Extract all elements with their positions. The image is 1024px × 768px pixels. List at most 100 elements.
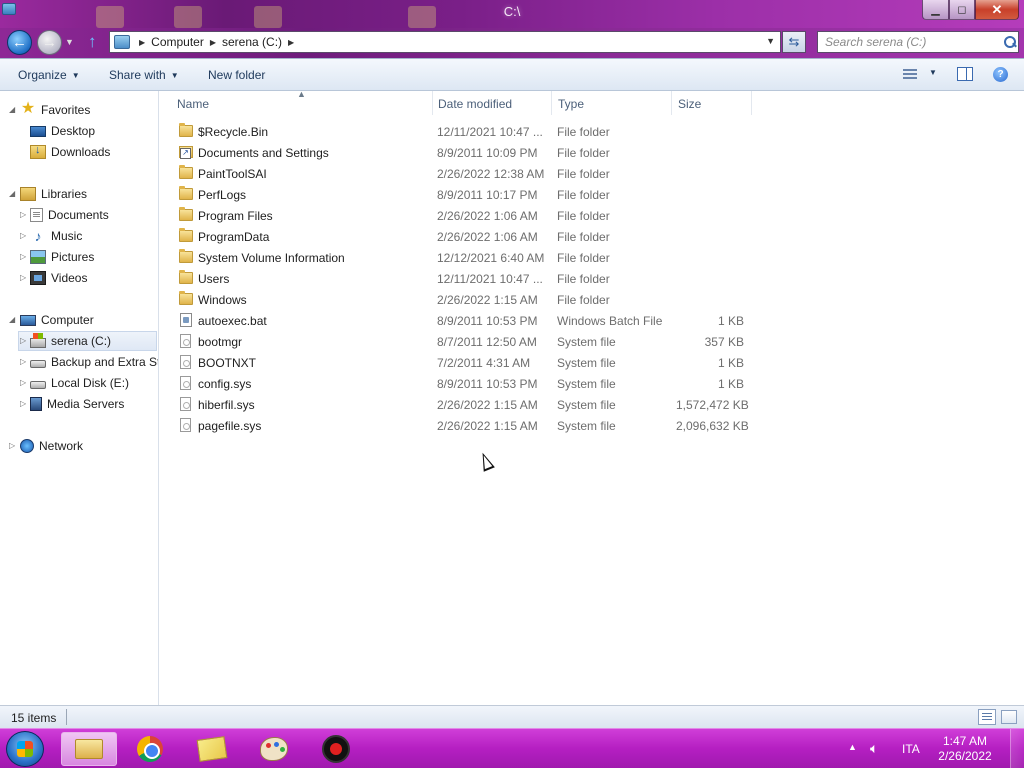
expand-arrow-icon[interactable]: ▷ — [20, 378, 26, 387]
sidebar-item-downloads[interactable]: Downloads — [30, 142, 110, 162]
sidebar-item-pictures[interactable]: Pictures — [30, 247, 94, 267]
recent-pages-chevron-icon[interactable]: ▼ — [65, 37, 74, 47]
sidebar-item-media-servers[interactable]: Media Servers — [30, 394, 124, 414]
sidebar-item-label: Media Servers — [47, 397, 125, 411]
sidebar-item-favorites[interactable]: ★ Favorites — [20, 100, 91, 120]
sidebar-item-serena-c[interactable]: serena (C:) — [18, 331, 157, 351]
file-row[interactable]: config.sys 8/9/2011 10:53 PM System file 1 … — [176, 374, 756, 395]
change-view-button[interactable]: ▼ — [901, 67, 941, 83]
file-type: Windows Batch File — [557, 314, 663, 328]
file-row[interactable]: PaintToolSAI 2/26/2022 12:38 AM File folde… — [176, 164, 756, 185]
refresh-icon: ⇆ — [788, 34, 800, 49]
help-icon[interactable]: ? — [993, 67, 1008, 82]
file-row[interactable]: Documents and Settings 8/9/2011 10:09 PM F… — [176, 143, 756, 164]
large-icons-view-icon[interactable] — [1001, 710, 1017, 724]
file-row[interactable]: hiberfil.sys 2/26/2022 1:15 AM System file… — [176, 395, 756, 416]
column-divider[interactable] — [751, 91, 752, 115]
sidebar-item-label: Desktop — [51, 124, 96, 138]
breadcrumb-separator-icon[interactable]: ▶ — [288, 38, 294, 47]
column-header-size[interactable]: Size — [678, 97, 701, 111]
column-header-type[interactable]: Type — [558, 97, 584, 111]
column-divider[interactable] — [671, 91, 672, 115]
maximize-button[interactable]: ◻ — [949, 0, 975, 20]
file-row[interactable]: ProgramData 2/26/2022 1:06 AM File folder — [176, 227, 756, 248]
collapse-arrow-icon[interactable]: ◢ — [9, 105, 15, 114]
expand-arrow-icon[interactable]: ▷ — [20, 399, 26, 408]
taskbar-explorer-button[interactable] — [61, 732, 117, 766]
collapse-arrow-icon[interactable]: ◢ — [9, 315, 15, 324]
column-divider[interactable] — [551, 91, 552, 115]
organize-menu[interactable]: Organize ▼ — [18, 68, 80, 82]
file-row[interactable]: Windows 2/26/2022 1:15 AM File folder — [176, 290, 756, 311]
minimize-button[interactable]: ▁ — [922, 0, 949, 20]
file-row[interactable]: Program Files 2/26/2022 1:06 AM File folde… — [176, 206, 756, 227]
close-button[interactable]: ✕ — [975, 0, 1019, 20]
preview-pane-icon[interactable] — [957, 67, 973, 81]
file-name: bootmgr — [198, 335, 243, 349]
expand-arrow-icon[interactable]: ▷ — [20, 336, 26, 345]
status-divider — [66, 709, 67, 725]
file-row[interactable]: autoexec.bat 8/9/2011 10:53 PM Windows Bat… — [176, 311, 756, 332]
file-row[interactable]: $Recycle.Bin 12/11/2021 10:47 ... File fol… — [176, 122, 756, 143]
sticky-notes-icon — [196, 736, 228, 762]
forward-button[interactable]: → — [37, 30, 62, 55]
expand-arrow-icon[interactable]: ▷ — [20, 273, 26, 282]
details-view-icon[interactable] — [978, 709, 996, 725]
taskbar-sticky-notes-button[interactable] — [184, 732, 240, 766]
sidebar-item-documents[interactable]: Documents — [30, 205, 109, 225]
sidebar-item-local-disk-e[interactable]: Local Disk (E:) — [30, 373, 129, 393]
taskbar-paint-button[interactable] — [246, 732, 302, 766]
show-desktop-button[interactable] — [1010, 729, 1024, 768]
file-row[interactable]: bootmgr 8/7/2011 12:50 AM System file 357 K… — [176, 332, 756, 353]
sidebar-item-computer[interactable]: Computer — [20, 310, 94, 330]
column-divider[interactable] — [432, 91, 433, 115]
address-bar[interactable]: ▶ Computer ▶ serena (C:) ▶ ▼ — [109, 31, 781, 53]
breadcrumb-drive[interactable]: serena (C:) — [222, 35, 282, 49]
collapse-arrow-icon[interactable]: ◢ — [9, 189, 15, 198]
folder-icon — [179, 123, 193, 137]
search-icon[interactable] — [1003, 35, 1017, 49]
file-name: Program Files — [198, 209, 273, 223]
sidebar-item-backup-drive[interactable]: Backup and Extra Sto — [30, 352, 158, 372]
file-row[interactable]: BOOTNXT 7/2/2011 4:31 AM System file 1 KB — [176, 353, 756, 374]
sidebar-item-libraries[interactable]: Libraries — [20, 184, 87, 204]
volume-icon[interactable]: 🔈︎ — [870, 740, 878, 757]
breadcrumb-separator-icon[interactable]: ▶ — [210, 38, 216, 47]
documents-icon — [30, 208, 43, 222]
system-clock[interactable]: 1:47 AM 2/26/2022 — [930, 734, 1000, 764]
up-arrow-icon[interactable]: ↑ — [88, 32, 97, 52]
file-type: File folder — [557, 146, 610, 160]
share-with-menu[interactable]: Share with ▼ — [109, 68, 179, 82]
title-bar[interactable]: C:\ ▁ ◻ ✕ — [0, 0, 1024, 28]
file-row[interactable]: System Volume Information 12/12/2021 6:40… — [176, 248, 756, 269]
start-button[interactable] — [6, 731, 44, 767]
expand-arrow-icon[interactable]: ▷ — [20, 357, 26, 366]
show-hidden-icons-chevron-icon[interactable]: ▲ — [848, 742, 857, 752]
breadcrumb-computer[interactable]: Computer — [151, 35, 204, 49]
sidebar-item-network[interactable]: Network — [20, 436, 83, 456]
column-header-date-modified[interactable]: Date modified — [438, 97, 512, 111]
file-row[interactable]: pagefile.sys 2/26/2022 1:15 AM System file… — [176, 416, 756, 437]
sidebar-item-music[interactable]: ♪ Music — [30, 226, 83, 246]
search-input[interactable] — [825, 35, 1003, 49]
sidebar-item-desktop[interactable]: Desktop — [30, 121, 95, 141]
expand-arrow-icon[interactable]: ▷ — [9, 441, 15, 450]
file-row[interactable]: Users 12/11/2021 10:47 ... File folder — [176, 269, 756, 290]
new-folder-button[interactable]: New folder — [208, 68, 265, 82]
sidebar-item-videos[interactable]: Videos — [30, 268, 87, 288]
expand-arrow-icon[interactable]: ▷ — [20, 210, 26, 219]
search-box[interactable] — [817, 31, 1019, 53]
file-row[interactable]: PerfLogs 8/9/2011 10:17 PM File folder — [176, 185, 756, 206]
breadcrumb-separator-icon[interactable]: ▶ — [139, 38, 145, 47]
taskbar-recorder-button[interactable] — [308, 732, 364, 766]
expand-arrow-icon[interactable]: ▷ — [20, 231, 26, 240]
back-button[interactable]: ← — [7, 30, 32, 55]
sidebar-item-label: Computer — [41, 313, 94, 327]
refresh-button[interactable]: ⇆ — [782, 31, 806, 53]
file-name: config.sys — [198, 377, 252, 391]
expand-arrow-icon[interactable]: ▷ — [20, 252, 26, 261]
taskbar-chrome-button[interactable] — [122, 732, 178, 766]
column-header-name[interactable]: Name — [177, 97, 209, 111]
address-history-chevron-icon[interactable]: ▼ — [766, 36, 775, 46]
language-indicator[interactable]: ITA — [902, 742, 920, 756]
